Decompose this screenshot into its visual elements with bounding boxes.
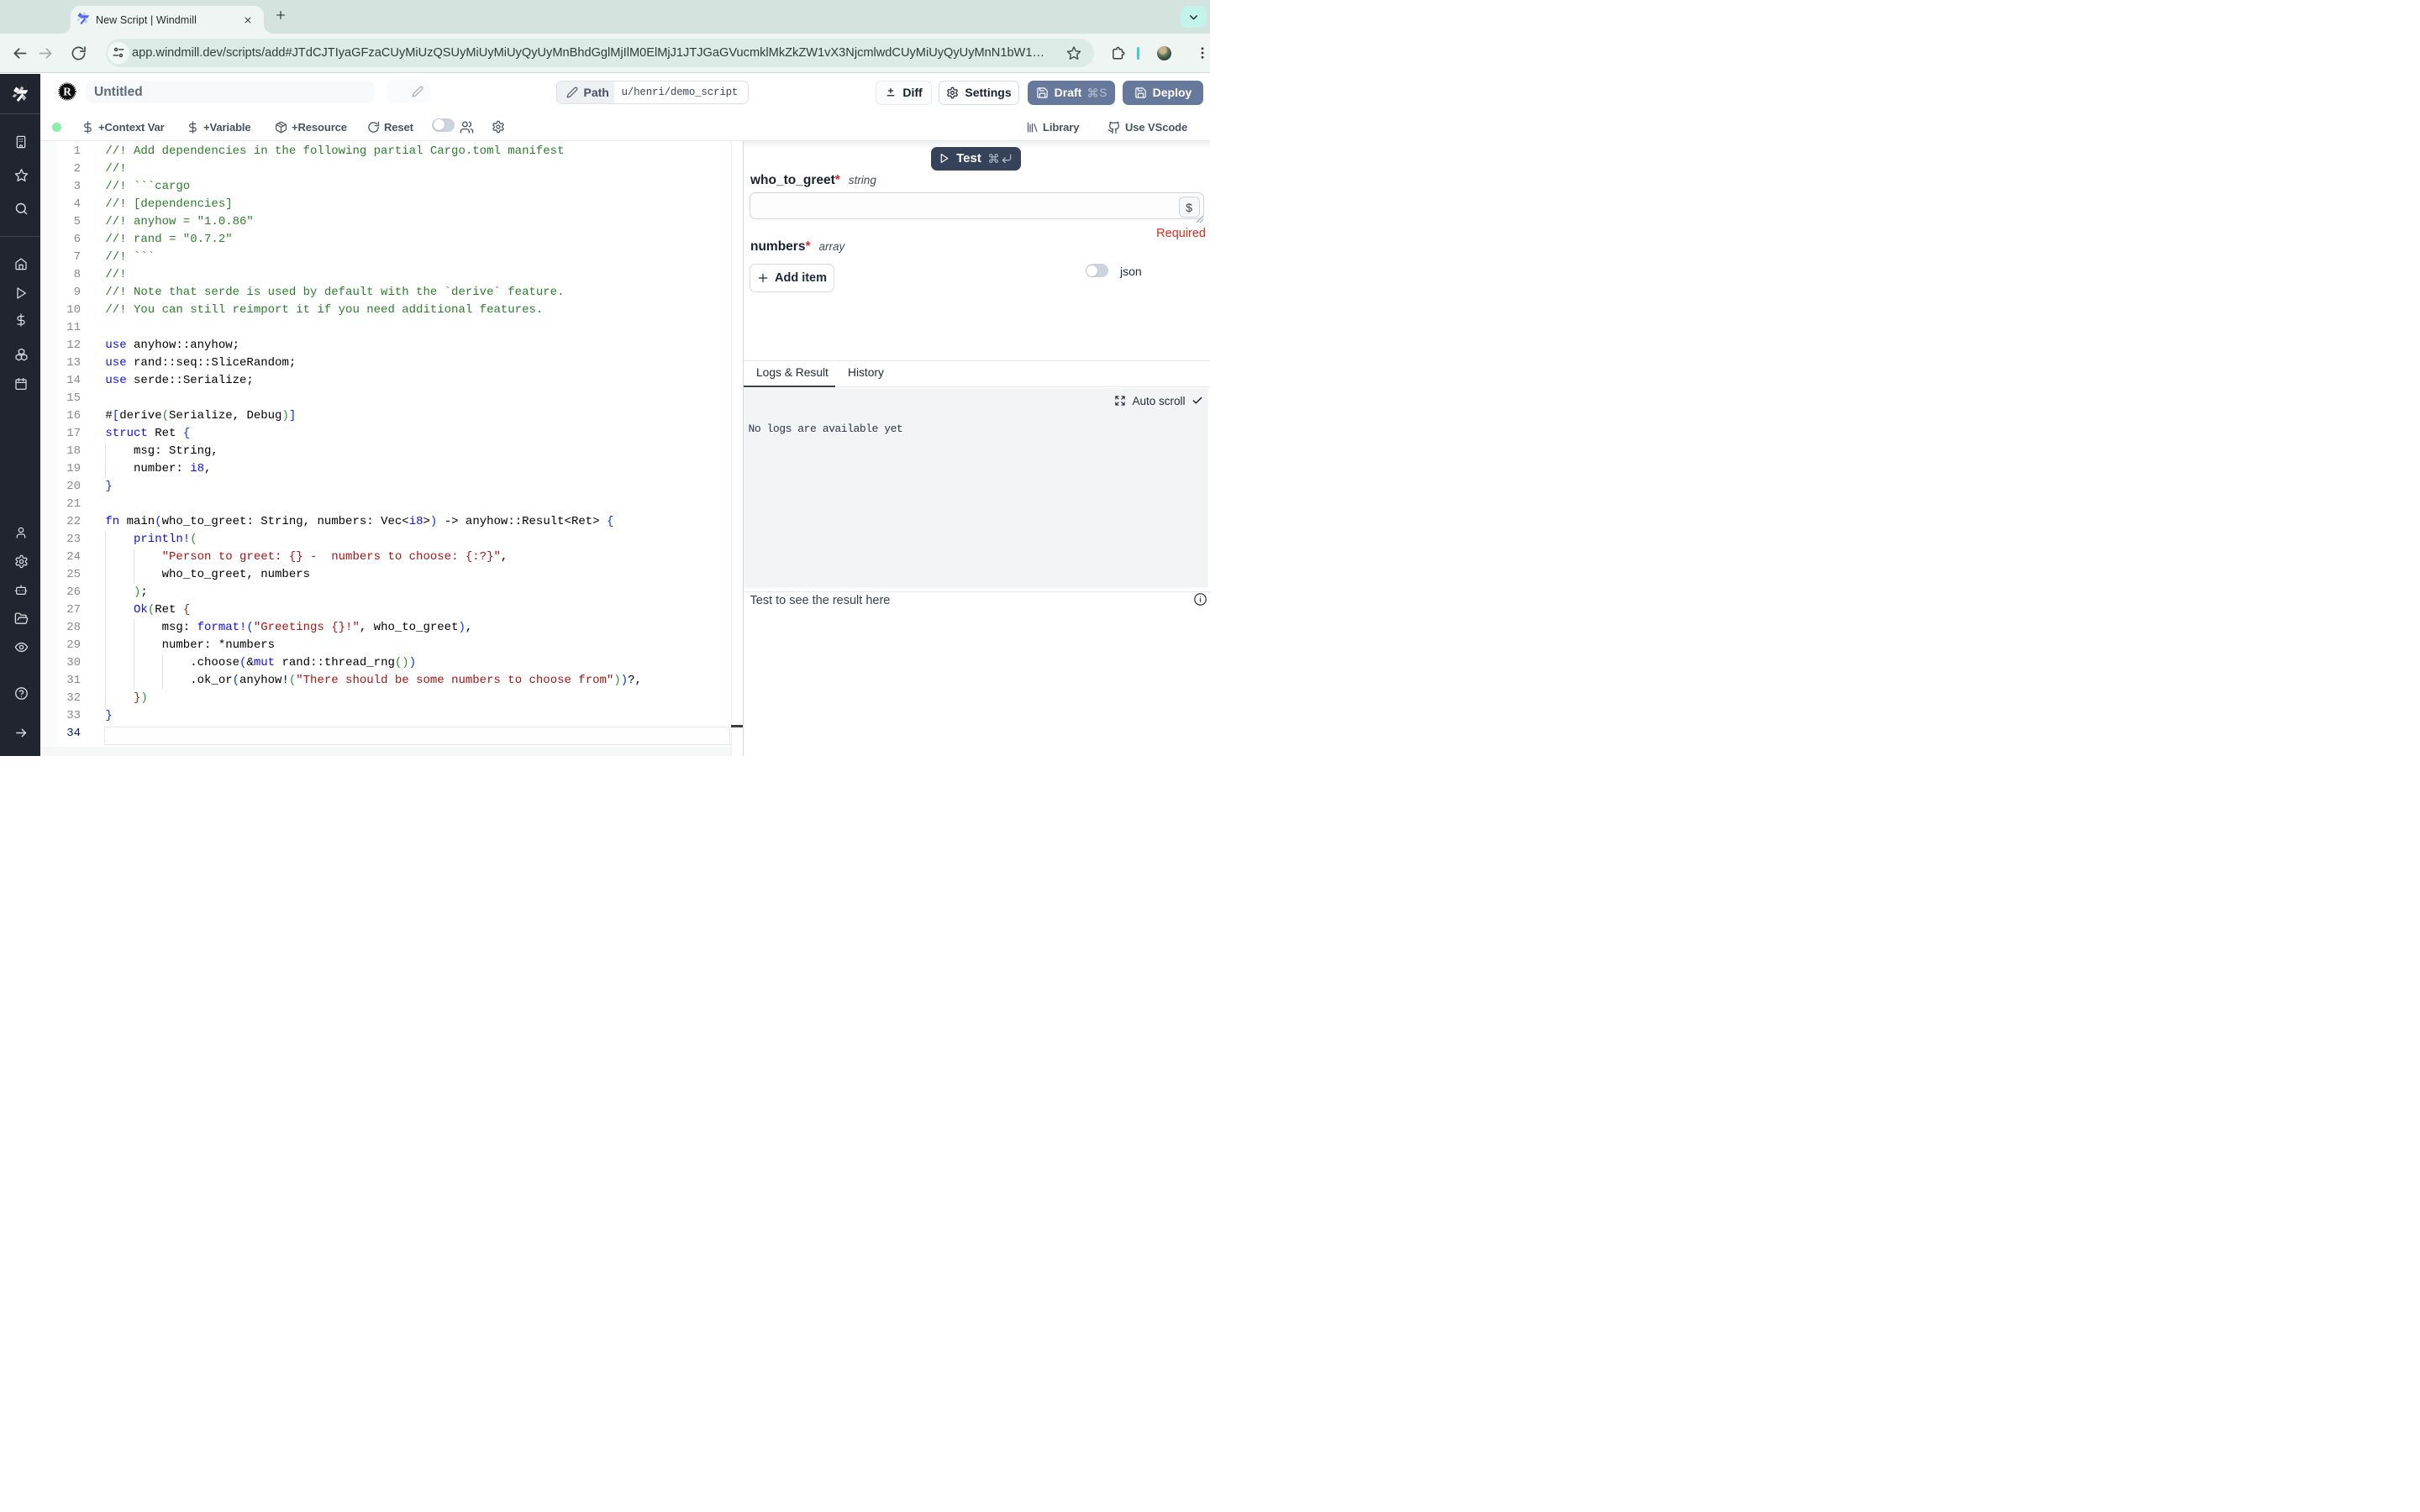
svg-text:R: R [63, 85, 71, 97]
